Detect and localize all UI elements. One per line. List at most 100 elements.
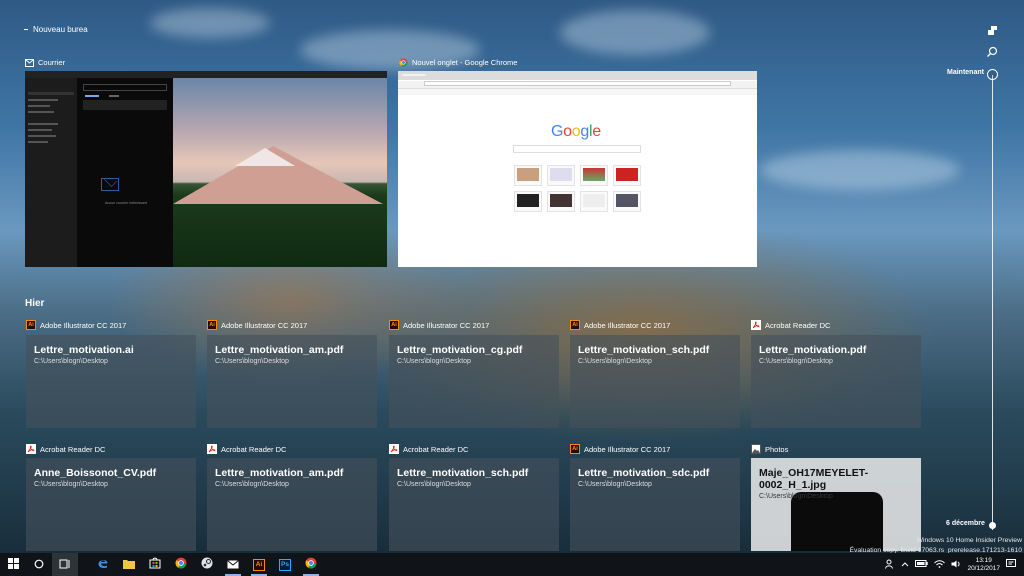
list-item xyxy=(83,100,167,110)
task-view-button[interactable] xyxy=(52,553,78,576)
activity-app-header: Ai Adobe Illustrator CC 2017 xyxy=(570,444,670,454)
mail-list xyxy=(77,78,173,267)
activity-file-name: Lettre_motivation_am.pdf xyxy=(215,467,344,479)
taskbar-app-chrome-running[interactable] xyxy=(298,553,324,576)
tile xyxy=(580,191,608,212)
timeline-date-marker[interactable] xyxy=(989,522,996,529)
taskbar-app-photoshop[interactable]: Ps xyxy=(272,553,298,576)
activity-app-header: Ai Adobe Illustrator CC 2017 xyxy=(570,320,670,330)
taskbar: Ai Ps 13:19 20/12/2017 xyxy=(0,553,1024,576)
mail-search xyxy=(83,84,167,91)
chrome-icon xyxy=(175,556,187,574)
acrobat-icon xyxy=(751,320,761,330)
activity-app-name: Adobe Illustrator CC 2017 xyxy=(40,320,127,330)
activity-app-name: Acrobat Reader DC xyxy=(765,320,831,330)
taskbar-app-explorer[interactable] xyxy=(116,553,142,576)
activity-file-name: Lettre_motivation_sch.pdf xyxy=(578,344,710,356)
chevron-up-icon[interactable] xyxy=(901,561,909,569)
activity-card[interactable]: Lettre_motivation_am.pdf C:\Users\blogn\D… xyxy=(207,458,377,551)
chrome-icon xyxy=(305,556,317,574)
people-icon[interactable] xyxy=(885,559,895,571)
activity-file-path: C:\Users\blogn\Desktop xyxy=(397,481,471,488)
chrome-icon xyxy=(399,58,408,67)
cloud xyxy=(560,10,710,55)
cortana-button[interactable] xyxy=(26,553,52,576)
illustrator-icon: Ai xyxy=(570,320,580,330)
mail-icon xyxy=(25,58,34,67)
activity-file-name: Lettre_motivation.pdf xyxy=(759,344,867,356)
volume-icon[interactable] xyxy=(951,560,961,570)
activity-card[interactable]: Anne_Boissonot_CV.pdf C:\Users\blogn\Desk… xyxy=(26,458,196,551)
taskbar-app-store[interactable] xyxy=(142,553,168,576)
photos-icon xyxy=(751,444,761,454)
wifi-icon[interactable] xyxy=(934,559,946,570)
activity-card[interactable]: Lettre_motivation.pdf C:\Users\blogn\Desk… xyxy=(751,335,921,428)
chrome-tab xyxy=(402,74,426,76)
activity-file-name: Anne_Boissonot_CV.pdf xyxy=(34,467,157,479)
battery-icon[interactable] xyxy=(915,560,929,569)
window-header-chrome: Nouvel onglet - Google Chrome xyxy=(399,58,517,67)
activity-file-name: Lettre_motivation_cg.pdf xyxy=(397,344,523,356)
file-explorer-icon xyxy=(123,556,135,574)
collapse-icon xyxy=(24,29,28,30)
window-thumbnail-mail[interactable]: Aucun courrier intéressant xyxy=(25,71,387,267)
mail-sidebar xyxy=(25,78,77,267)
search-icon[interactable] xyxy=(986,45,998,57)
virtual-desktop-label[interactable]: Nouveau burea xyxy=(24,25,88,34)
chrome-toolbar xyxy=(398,81,757,89)
mail-background-image xyxy=(173,78,387,267)
window-title: Nouvel onglet - Google Chrome xyxy=(412,58,518,67)
taskbar-app-steam[interactable] xyxy=(194,553,220,576)
taskbar-app-illustrator[interactable]: Ai xyxy=(246,553,272,576)
chrome-tab-strip xyxy=(398,71,757,80)
activity-app-name: Acrobat Reader DC xyxy=(40,444,106,454)
activity-card[interactable]: Lettre_motivation_cg.pdf C:\Users\blogn\D… xyxy=(389,335,559,428)
activity-card[interactable]: Lettre_motivation_sdc.pdf C:\Users\blogn\… xyxy=(570,458,740,551)
acrobat-icon xyxy=(207,444,217,454)
timeline-scroll-handle[interactable] xyxy=(987,69,998,80)
activity-app-name: Photos xyxy=(765,444,789,454)
start-button[interactable] xyxy=(0,553,26,576)
tile xyxy=(613,165,641,186)
task-view-icon[interactable] xyxy=(986,24,998,36)
activity-app-header: Acrobat Reader DC xyxy=(207,444,286,454)
activity-card[interactable]: Lettre_motivation_am.pdf C:\Users\blogn\D… xyxy=(207,335,377,428)
cloud xyxy=(150,8,270,38)
windows-logo-icon xyxy=(7,556,19,574)
acrobat-icon xyxy=(26,444,36,454)
activity-card[interactable]: Lettre_motivation_sch.pdf C:\Users\blogn\… xyxy=(389,458,559,551)
window-title: Courrier xyxy=(38,58,66,67)
tile xyxy=(580,165,608,186)
titlebar xyxy=(25,71,387,78)
activity-app-name: Acrobat Reader DC xyxy=(403,444,469,454)
tile xyxy=(514,191,542,212)
activity-app-header: Ai Adobe Illustrator CC 2017 xyxy=(207,320,307,330)
taskbar-app-mail[interactable] xyxy=(220,553,246,576)
timeline-now-label: Maintenant xyxy=(947,69,984,76)
activity-app-header: Ai Adobe Illustrator CC 2017 xyxy=(26,320,126,330)
activity-file-name: Lettre_motivation_sch.pdf xyxy=(397,467,529,479)
activity-card[interactable]: Lettre_motivation_sch.pdf C:\Users\blogn\… xyxy=(570,335,740,428)
tile xyxy=(547,191,575,212)
timeline-scrollbar[interactable] xyxy=(992,75,993,530)
store-icon xyxy=(149,556,161,574)
window-thumbnail-chrome[interactable]: Google xyxy=(398,71,757,267)
activity-file-path: C:\Users\blogn\Desktop xyxy=(34,358,108,365)
mail-icon xyxy=(227,556,239,574)
taskbar-app-chrome[interactable] xyxy=(168,553,194,576)
clock[interactable]: 13:19 20/12/2017 xyxy=(967,557,1000,573)
activity-app-header: Acrobat Reader DC xyxy=(751,320,830,330)
activity-app-header: Photos xyxy=(751,444,788,454)
acrobat-icon xyxy=(389,444,399,454)
illustrator-icon: Ai xyxy=(207,320,217,330)
activity-file-path: C:\Users\blogn\Desktop xyxy=(34,481,108,488)
google-logo: Google xyxy=(551,123,601,140)
empty-text: Aucun courrier intéressant xyxy=(105,201,147,205)
activity-file-path: C:\Users\blogn\Desktop xyxy=(578,358,652,365)
taskbar-app-edge[interactable] xyxy=(90,553,116,576)
timeline-date-label: 6 décembre xyxy=(946,520,985,527)
notifications-icon[interactable] xyxy=(1006,559,1016,570)
activity-card[interactable]: Lettre_motivation.ai C:\Users\blogn\Deskt… xyxy=(26,335,196,428)
timeline-section-heading: Hier xyxy=(25,298,45,309)
bookmarks-bar xyxy=(398,89,757,95)
